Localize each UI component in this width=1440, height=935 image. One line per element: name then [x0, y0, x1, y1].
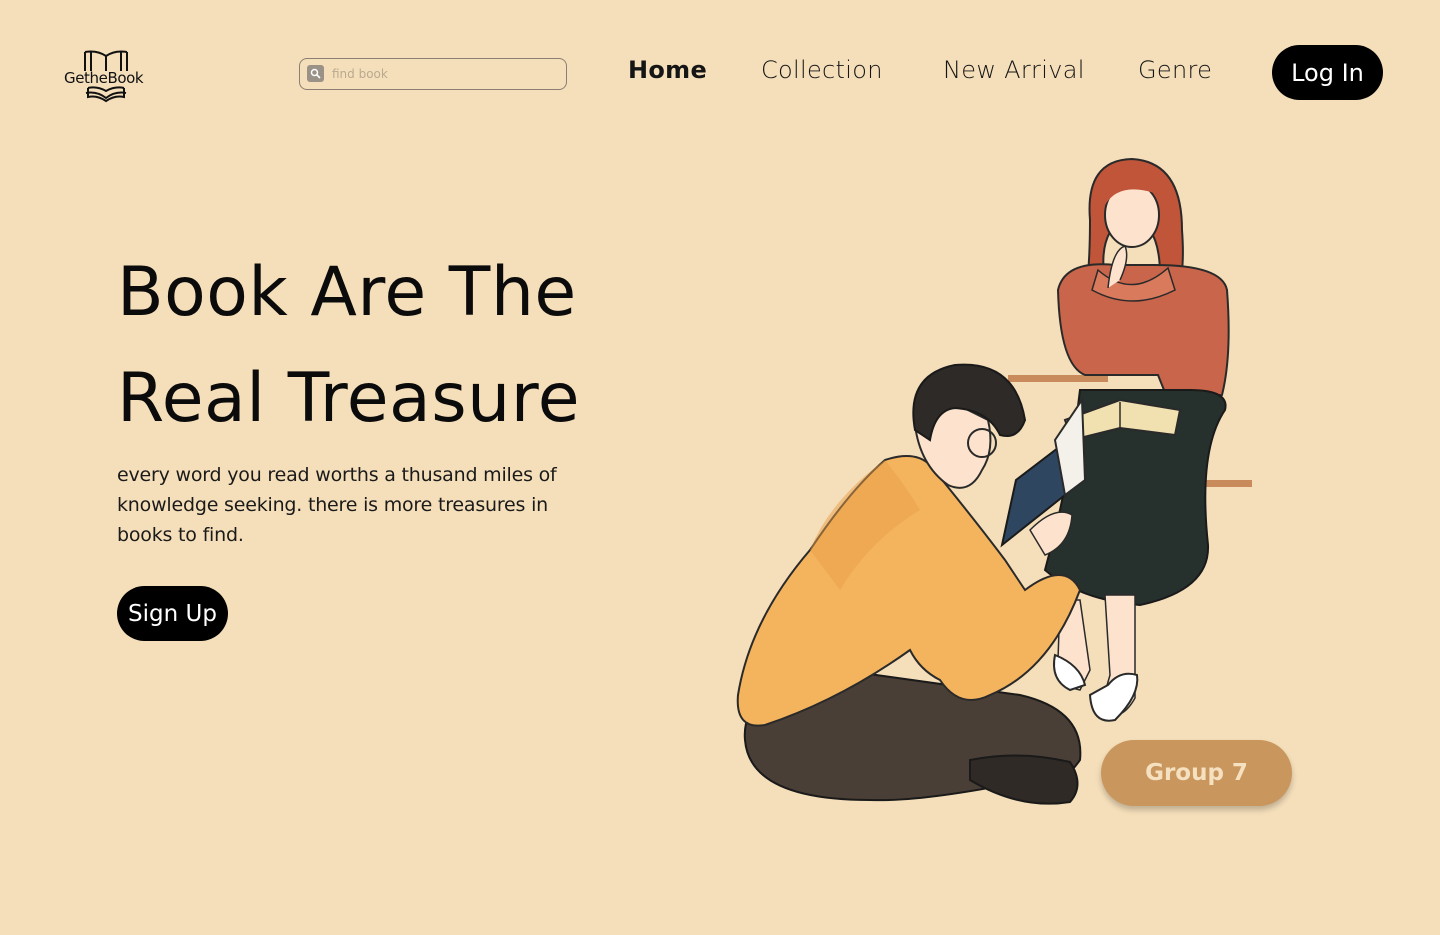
group-7-button[interactable]: Group 7	[1101, 740, 1292, 806]
search-bar[interactable]	[299, 58, 567, 90]
hero-description: every word you read worths a thusand mil…	[117, 464, 557, 546]
nav-collection[interactable]: Collection	[761, 56, 883, 84]
man-figure	[736, 363, 1087, 805]
brand-logo[interactable]: GetheBook	[62, 50, 154, 104]
search-input[interactable]	[332, 63, 558, 85]
reading-couple-illustration	[736, 157, 1252, 805]
shelf-upper	[1008, 375, 1108, 382]
brand-name: GetheBook	[64, 69, 144, 87]
nav-new-arrival[interactable]: New Arrival	[943, 56, 1085, 84]
signup-button[interactable]: Sign Up	[117, 586, 228, 641]
nav-home[interactable]: Home	[628, 56, 707, 84]
login-button[interactable]: Log In	[1272, 45, 1383, 100]
hero-title-line-1: Book Are The	[117, 253, 577, 332]
search-icon	[307, 65, 324, 82]
nav-genre[interactable]: Genre	[1138, 56, 1212, 84]
hero-title-line-2: Real Treasure	[117, 359, 581, 438]
hero-title: Book Are The Real Treasure	[117, 240, 717, 452]
